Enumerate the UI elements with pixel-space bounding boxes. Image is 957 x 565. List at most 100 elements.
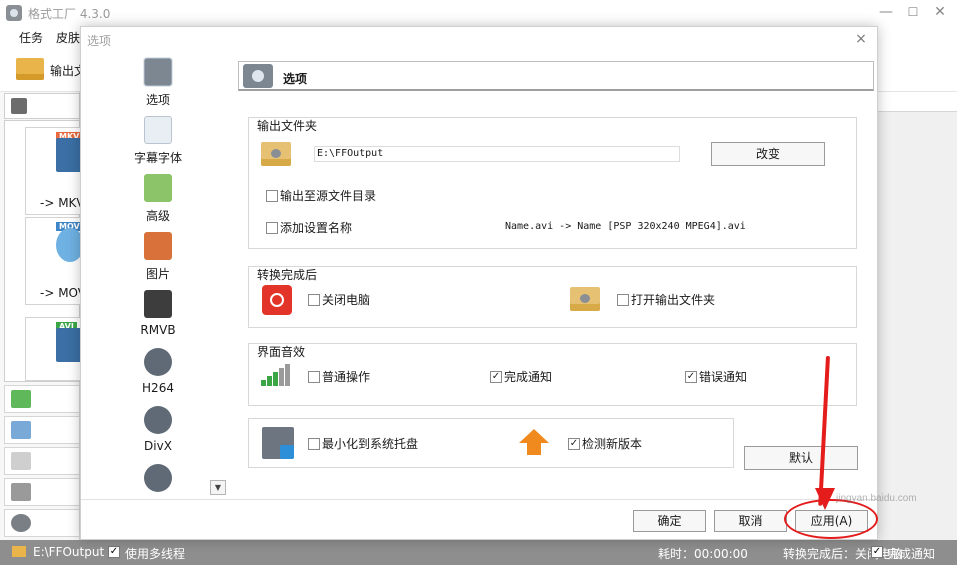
film-icon xyxy=(144,464,172,492)
image-category-tab[interactable] xyxy=(4,416,80,444)
app-logo-icon xyxy=(6,5,22,21)
category-subtitle-font[interactable]: 字幕字体 xyxy=(121,113,195,169)
minimize-button[interactable]: — xyxy=(876,3,896,21)
cancel-button[interactable]: 取消 xyxy=(714,510,787,532)
tools-category-tab[interactable] xyxy=(4,509,80,537)
app-title: 格式工厂 4.3.0 xyxy=(28,7,111,21)
category-advanced[interactable]: 高级 xyxy=(121,171,195,227)
category-label: 字幕字体 xyxy=(133,151,182,165)
group-title: 界面音效 xyxy=(257,345,306,359)
dialog-footer-divider xyxy=(81,499,877,500)
minimize-to-tray-label: 最小化到系统托盘 xyxy=(322,437,419,451)
h264-icon xyxy=(144,348,172,376)
system-tray-icon xyxy=(262,427,294,459)
folder-icon[interactable] xyxy=(261,142,291,166)
after-convert-group: 转换完成后 关闭电脑 打开输出文件夹 xyxy=(248,266,857,328)
rmvb-icon xyxy=(144,290,172,318)
output-to-source-dir-label: 输出至源文件目录 xyxy=(280,189,377,203)
advanced-icon xyxy=(144,174,172,202)
normal-operation-sound-label: 普通操作 xyxy=(322,370,371,384)
change-button[interactable]: 改变 xyxy=(711,142,825,166)
open-output-folder-label: 打开输出文件夹 xyxy=(631,293,716,307)
category-divx[interactable]: DivX xyxy=(121,403,195,459)
error-sound-label: 错误通知 xyxy=(699,370,748,384)
folder-icon[interactable] xyxy=(12,546,26,557)
name-example-text: Name.avi -> Name [PSP 320x240 MPEG4].avi xyxy=(505,221,746,232)
category-rmvb[interactable]: RMVB xyxy=(121,287,195,343)
menu-skin[interactable]: 皮肤 xyxy=(56,29,80,46)
misc-options-group: 最小化到系统托盘 ✓ 检测新版本 xyxy=(248,418,734,468)
multithread-label: 使用多线程 xyxy=(125,547,186,561)
format-card-label: -> MKV xyxy=(40,196,85,210)
task-list-header xyxy=(877,92,957,112)
default-button[interactable]: 默认 xyxy=(744,446,858,470)
format-card-mkv[interactable]: MKV -> MKV xyxy=(25,127,85,215)
panel-header: 选项 xyxy=(238,61,874,91)
shutdown-label: 关闭电脑 xyxy=(322,293,371,307)
ui-sound-group: 界面音效 普通操作 ✓ 完成通知 ✓ 错误通知 xyxy=(248,343,857,406)
category-more[interactable] xyxy=(121,461,195,499)
completion-sound-checkbox[interactable]: ✓ xyxy=(490,371,502,383)
category-label: RMVB xyxy=(140,323,176,337)
document-category-tab[interactable] xyxy=(4,447,80,475)
add-setting-name-checkbox[interactable] xyxy=(266,222,278,234)
status-output-path[interactable]: E:\FFOutput xyxy=(33,545,104,559)
category-options[interactable]: 选项 xyxy=(121,55,195,111)
video-clapper-icon xyxy=(11,98,27,114)
power-icon xyxy=(262,285,292,315)
open-output-folder-checkbox[interactable] xyxy=(617,294,629,306)
main-titlebar: 格式工厂 4.3.0 — ☐ ✕ xyxy=(0,0,957,26)
check-update-checkbox[interactable]: ✓ xyxy=(568,438,580,450)
divx-icon xyxy=(144,406,172,434)
picture-icon xyxy=(11,421,31,439)
rom-device-category-tab[interactable] xyxy=(4,478,80,506)
group-title: 转换完成后 xyxy=(257,268,318,282)
tools-icon xyxy=(11,514,31,532)
format-card-avi[interactable]: AVI xyxy=(25,317,84,381)
error-sound-checkbox[interactable]: ✓ xyxy=(685,371,697,383)
completion-sound-label: 完成通知 xyxy=(504,370,553,384)
menu-task[interactable]: 任务 xyxy=(19,29,43,46)
category-label: H264 xyxy=(142,381,174,395)
dialog-close-icon[interactable]: × xyxy=(853,31,869,47)
output-folder-icon[interactable] xyxy=(16,58,44,80)
category-label: DivX xyxy=(144,439,172,453)
format-list: MKV -> MKV MOV -> MOV AVI xyxy=(4,120,86,382)
disc-drive-icon xyxy=(11,483,31,501)
picture-icon xyxy=(144,232,172,260)
close-window-button[interactable]: ✕ xyxy=(930,3,950,21)
ok-button[interactable]: 确定 xyxy=(633,510,706,532)
normal-operation-sound-checkbox[interactable] xyxy=(308,371,320,383)
minimize-to-tray-checkbox[interactable] xyxy=(308,438,320,450)
output-path-field[interactable]: E:\FFOutput xyxy=(314,146,680,162)
category-label: 选项 xyxy=(145,93,170,107)
completion-notify-checkbox[interactable]: ✓ xyxy=(871,546,883,558)
category-scroll-down-button[interactable]: ▼ xyxy=(210,480,226,495)
panel-title: 选项 xyxy=(283,72,308,86)
completion-notify-label: 完成通知 xyxy=(887,547,936,561)
options-category-list: 选项 字幕字体 高级 图片 RMVB H264 DivX xyxy=(121,55,195,499)
category-label: 图片 xyxy=(145,267,170,281)
subtitle-font-icon xyxy=(144,116,172,144)
options-dialog: 选项 × 选项 字幕字体 高级 图片 RMVB H264 DivX ▼ 选项 输… xyxy=(80,26,878,540)
maximize-button[interactable]: ☐ xyxy=(903,3,923,21)
folder-icon xyxy=(570,287,600,311)
format-card-mov[interactable]: MOV -> MOV xyxy=(25,217,86,305)
category-h264[interactable]: H264 xyxy=(121,345,195,401)
status-bar: E:\FFOutput ✓ 使用多线程 耗时：00:00:00 转换完成后：关闭… xyxy=(0,540,957,565)
category-picture[interactable]: 图片 xyxy=(121,229,195,285)
after-convert-status[interactable]: 转换完成后：关闭电脑 xyxy=(783,545,903,562)
options-icon xyxy=(243,64,273,88)
output-to-source-dir-checkbox[interactable] xyxy=(266,190,278,202)
group-title: 输出文件夹 xyxy=(257,119,318,133)
audio-category-tab[interactable] xyxy=(4,385,80,413)
dialog-title: 选项 xyxy=(87,34,112,48)
update-arrow-icon xyxy=(519,429,549,455)
category-label: 高级 xyxy=(145,209,170,223)
video-category-tab[interactable] xyxy=(4,93,80,119)
volume-bars-icon xyxy=(261,362,293,386)
check-update-label: 检测新版本 xyxy=(582,437,643,451)
shutdown-checkbox[interactable] xyxy=(308,294,320,306)
multithread-checkbox[interactable]: ✓ xyxy=(108,546,120,558)
output-folder-group: 输出文件夹 E:\FFOutput 改变 输出至源文件目录 添加设置名称 Nam… xyxy=(248,117,857,249)
